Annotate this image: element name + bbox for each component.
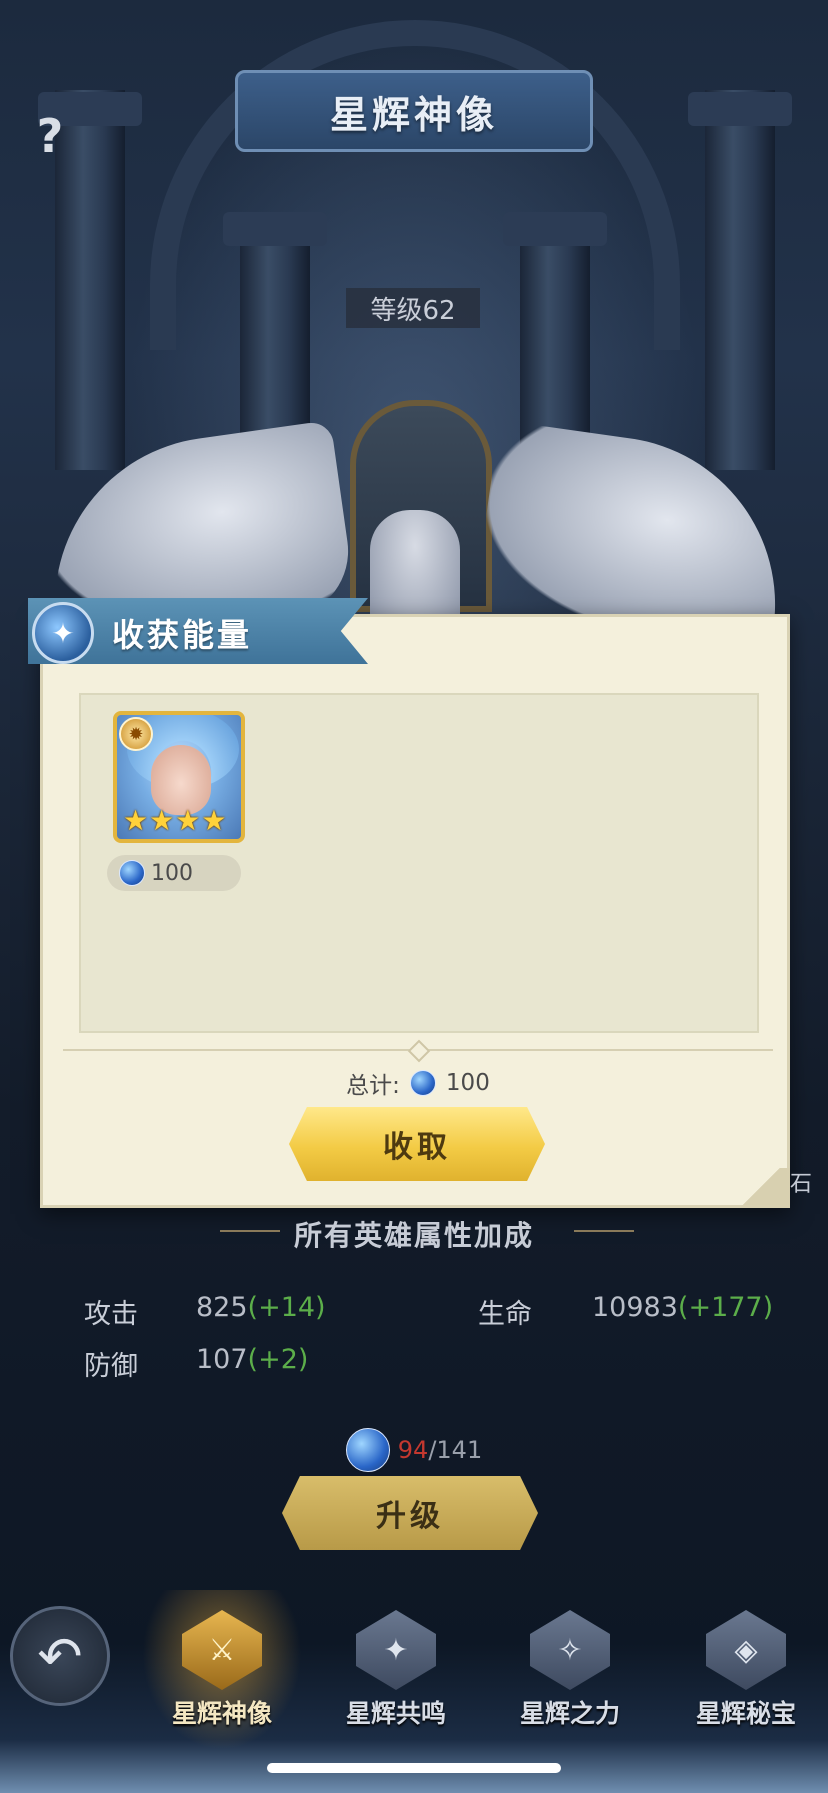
background-pillar <box>705 90 775 470</box>
divider-ornament <box>407 1039 431 1063</box>
dialog-title-ribbon: ✦ 收获能量 <box>28 598 368 664</box>
sword-shield-icon: ⚔ <box>182 1610 262 1690</box>
upgrade-button-label: 升级 <box>376 1499 444 1534</box>
sun-badge-icon: ✹ <box>119 717 153 751</box>
pillar-capital <box>503 212 607 246</box>
side-text: 石 <box>790 1172 813 1197</box>
total-row: 总计: 100 <box>43 1063 793 1103</box>
collect-button-label: 收取 <box>383 1130 451 1165</box>
stat-label-defense: 防御 <box>84 1351 138 1382</box>
stat-value-attack: 825(+14) <box>196 1292 326 1323</box>
hero-energy-value: 100 <box>151 860 193 886</box>
star-emblem-icon: ✦ <box>356 1610 436 1690</box>
stat-base: 107 <box>196 1344 248 1375</box>
back-button[interactable]: ↶ <box>10 1606 110 1706</box>
stat-value-hp: 10983(+177) <box>592 1292 773 1323</box>
hero-card[interactable]: ✹ ★ ★ ★ ★ <box>113 711 245 843</box>
upgrade-button[interactable]: 升级 <box>282 1476 538 1550</box>
upgrade-cost: 94/141 <box>0 1428 828 1472</box>
bonus-title: 所有英雄属性加成 <box>293 1219 534 1252</box>
cost-need: /141 <box>428 1436 483 1464</box>
cost-have: 94 <box>397 1436 429 1464</box>
energy-orb-icon <box>345 1428 390 1472</box>
tab-star-resonance[interactable]: ✦ 星辉共鸣 <box>316 1590 476 1750</box>
stat-delta: (+177) <box>677 1292 774 1323</box>
tab-star-treasure[interactable]: ◈ 星辉秘宝 <box>666 1590 826 1750</box>
star-icon: ★ <box>149 804 175 837</box>
pillar-capital <box>688 92 792 126</box>
level-label: 等级62 <box>346 288 480 328</box>
angel-statue <box>370 510 460 630</box>
tab-label: 星辉秘宝 <box>695 1699 796 1728</box>
dialog-title: 收获能量 <box>112 616 253 654</box>
stat-label-attack: 攻击 <box>84 1299 138 1330</box>
stat-value-defense: 107(+2) <box>196 1344 308 1375</box>
hero-star-rating: ★ ★ ★ ★ <box>123 807 226 835</box>
help-button[interactable]: ? <box>28 109 72 163</box>
hero-energy-pill: 100 <box>107 855 241 891</box>
crystal-shard-icon: ✦ <box>32 602 94 664</box>
question-mark-icon: ? <box>36 109 64 163</box>
home-indicator[interactable] <box>267 1763 561 1773</box>
stat-base: 10983 <box>592 1292 678 1323</box>
stat-base: 825 <box>196 1292 248 1323</box>
tab-label: 星辉共鸣 <box>345 1699 446 1728</box>
title-banner: 星辉神像 <box>235 70 593 152</box>
star-icon: ★ <box>201 804 227 837</box>
stat-delta: (+2) <box>247 1344 309 1375</box>
tab-star-power[interactable]: ✧ 星辉之力 <box>490 1590 650 1750</box>
page-title: 星辉神像 <box>329 92 498 137</box>
reward-list: ✹ ★ ★ ★ ★ 100 <box>79 693 759 1033</box>
energy-orb-icon <box>119 860 145 886</box>
total-label: 总计: <box>346 1073 400 1099</box>
back-arrow-icon: ↶ <box>37 1624 83 1688</box>
stat-label-hp: 生命 <box>478 1299 532 1330</box>
star-icon: ★ <box>123 804 149 837</box>
pillar-capital <box>223 212 327 246</box>
gem-emblem-icon: ◈ <box>706 1610 786 1690</box>
tab-label: 星辉之力 <box>519 1699 620 1728</box>
energy-orb-icon <box>409 1070 436 1096</box>
collect-button[interactable]: 收取 <box>289 1107 545 1181</box>
total-value: 100 <box>445 1070 490 1096</box>
tab-label: 星辉神像 <box>171 1699 272 1728</box>
stat-delta: (+14) <box>247 1292 326 1323</box>
constellation-icon: ✧ <box>530 1610 610 1690</box>
harvest-energy-dialog: ✹ ★ ★ ★ ★ 100 总计: 100 收取 <box>40 614 790 1208</box>
tab-star-statue[interactable]: ⚔ 星辉神像 <box>142 1590 302 1750</box>
star-icon: ★ <box>175 804 201 837</box>
